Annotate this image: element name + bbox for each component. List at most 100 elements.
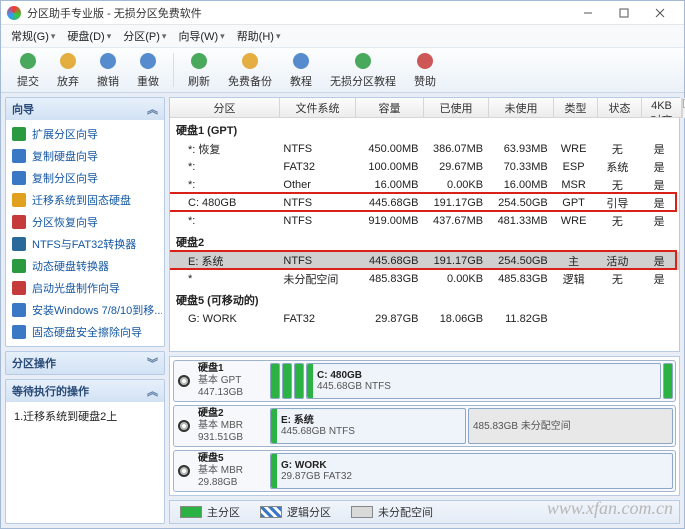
column-header[interactable]: 分区 [170,98,280,117]
disk-bar[interactable]: 硬盘1基本 GPT447.13GB C: 480GB445.68GB NTFS [173,360,676,402]
legend-logical: 逻辑分区 [260,504,331,520]
maximize-button[interactable] [606,2,642,24]
column-header[interactable]: 已使用 [424,98,489,117]
menubar: 常规(G)▾硬盘(D)▾分区(P)▾向导(W)▾帮助(H)▾ [1,25,684,47]
pending-item[interactable]: 1.迁移系统到硬盘2上 [8,405,162,427]
table-row[interactable]: *:Other16.00MB0.00KB16.00MBMSR无是 [170,176,679,194]
pending-list: 1.迁移系统到硬盘2上 [6,402,164,430]
disk-map: 硬盘1基本 GPT447.13GBC: 480GB445.68GB NTFS硬盘… [169,356,680,496]
wizard-item[interactable]: 复制分区向导 [8,167,162,189]
wizard-icon [12,193,26,207]
table-row[interactable]: *:FAT32100.00MB29.67MB70.33MBESP系统是 [170,158,679,176]
partition-grid: 分区文件系统容量已使用未使用类型状态4KB对齐 硬盘1 (GPT)*: 恢复NT… [169,97,680,352]
redo-icon [138,51,158,71]
disk-bar[interactable]: 硬盘5基本 MBR29.88GBG: WORK29.87GB FAT32 [173,450,676,492]
disk-bar[interactable]: 硬盘2基本 MBR931.51GBE: 系统445.68GB NTFS485.8… [173,405,676,447]
partition-segment[interactable]: E: 系统445.68GB NTFS [270,408,466,444]
menu-item[interactable]: 分区(P)▾ [117,26,172,46]
menu-item[interactable]: 向导(W)▾ [172,26,230,46]
partition-segment[interactable] [282,363,292,399]
backup-icon [240,51,260,71]
body: 向导 ︽ 扩展分区向导复制硬盘向导复制分区向导迁移系统到固态硬盘分区恢复向导NT… [1,93,684,528]
chevron-up-icon: ︽ [147,101,158,117]
wizard-item[interactable]: 迁移系统到固态硬盘 [8,189,162,211]
minimize-button[interactable] [570,2,606,24]
wizard-item[interactable]: 分区恢复向导 [8,211,162,233]
tool-lossless-button[interactable]: 无损分区教程 [322,49,404,91]
wizard-item[interactable]: 固态硬盘安全擦除向导 [8,321,162,343]
wizards-title: 向导 [12,101,34,117]
wizard-icon [12,215,26,229]
tool-tutorial-button[interactable]: 教程 [282,49,320,91]
disk-group-header: 硬盘1 (GPT) [170,118,679,140]
partition-segment[interactable] [294,363,304,399]
disk-info: 硬盘1基本 GPT447.13GB [194,363,268,399]
tool-commit-button[interactable]: 提交 [9,49,47,91]
tool-redo-button[interactable]: 重做 [129,49,167,91]
wizards-list: 扩展分区向导复制硬盘向导复制分区向导迁移系统到固态硬盘分区恢复向导NTFS与FA… [6,120,164,346]
column-header[interactable]: 状态 [598,98,642,117]
menu-item[interactable]: 常规(G)▾ [5,26,61,46]
wizard-item[interactable]: 启动光盘制作向导 [8,277,162,299]
pending-title: 等待执行的操作 [12,383,89,399]
wizards-panel: 向导 ︽ 扩展分区向导复制硬盘向导复制分区向导迁移系统到固态硬盘分区恢复向导NT… [5,97,165,347]
menu-item[interactable]: 帮助(H)▾ [231,26,287,46]
swatch-unalloc [351,506,373,518]
ops-panel-header[interactable]: 分区操作 ︾ [6,352,164,374]
wizard-icon [12,237,26,251]
swatch-logical [260,506,282,518]
column-header[interactable]: 类型 [554,98,598,117]
wizard-item[interactable]: 动态硬盘转换器 [8,255,162,277]
wizard-icon [12,171,26,185]
app-icon [7,6,21,20]
donate-icon [415,51,435,71]
wizard-icon [12,149,26,163]
tool-refresh-button[interactable]: 刷新 [180,49,218,91]
column-header[interactable]: 文件系统 [280,98,356,117]
table-row[interactable]: *: 恢复NTFS450.00MB386.07MB63.93MBWRE无是 [170,140,679,158]
watermark: www.xfan.com.cn [547,498,673,519]
tool-backup-button[interactable]: 免费备份 [220,49,280,91]
table-row[interactable]: *未分配空间485.83GB0.00KB485.83GB逻辑无是 [170,270,679,288]
table-row[interactable]: G: WORKFAT3229.87GB18.06GB11.82GB [170,310,679,328]
table-row[interactable]: *:NTFS919.00MB437.67MB481.33MBWRE无是 [170,212,679,230]
pending-panel-header[interactable]: 等待执行的操作 ︽ [6,380,164,402]
window-controls [570,2,678,24]
chevron-down-icon: ︾ [147,355,158,371]
swatch-primary [180,506,202,518]
partition-segment[interactable] [270,363,280,399]
discard-icon [58,51,78,71]
tool-donate-button[interactable]: 赞助 [406,49,444,91]
partition-segment[interactable]: C: 480GB445.68GB NTFS [306,363,661,399]
column-header[interactable]: 容量 [356,98,424,117]
partition-segment[interactable] [663,363,673,399]
grid-body[interactable]: 硬盘1 (GPT)*: 恢复NTFS450.00MB386.07MB63.93M… [170,118,679,328]
wizard-item[interactable]: NTFS与FAT32转换器 [8,233,162,255]
menu-item[interactable]: 硬盘(D)▾ [61,26,117,46]
wizard-item[interactable]: 复制硬盘向导 [8,145,162,167]
close-button[interactable] [642,2,678,24]
column-header[interactable]: 4KB对齐 [642,98,682,117]
wizard-icon [12,281,26,295]
toolbar: 提交放弃撤销重做刷新免费备份教程无损分区教程赞助 [1,47,684,93]
partition-segment[interactable]: G: WORK29.87GB FAT32 [270,453,673,489]
partition-segment[interactable]: 485.83GB 未分配空间 [468,408,673,444]
disk-icon [176,453,192,489]
wizards-panel-header[interactable]: 向导 ︽ [6,98,164,120]
disk-info: 硬盘2基本 MBR931.51GB [194,408,268,444]
wizard-icon [12,325,26,339]
table-row[interactable]: E: 系统NTFS445.68GB191.17GB254.50GB主活动是 [170,252,679,270]
tutorial-icon [291,51,311,71]
wizard-item[interactable]: 安装Windows 7/8/10到移... [8,299,162,321]
pending-panel: 等待执行的操作 ︽ 1.迁移系统到硬盘2上 [5,379,165,524]
wizard-icon [12,303,26,317]
wizard-icon [12,127,26,141]
tool-discard-button[interactable]: 放弃 [49,49,87,91]
wizard-item[interactable]: 扩展分区向导 [8,123,162,145]
table-row[interactable]: C: 480GBNTFS445.68GB191.17GB254.50GBGPT引… [170,194,679,212]
legend-unalloc: 未分配空间 [351,504,433,520]
chevron-up-icon: ︽ [147,383,158,399]
legend-primary: 主分区 [180,504,240,520]
column-header[interactable]: 未使用 [489,98,554,117]
tool-undo-button[interactable]: 撤销 [89,49,127,91]
